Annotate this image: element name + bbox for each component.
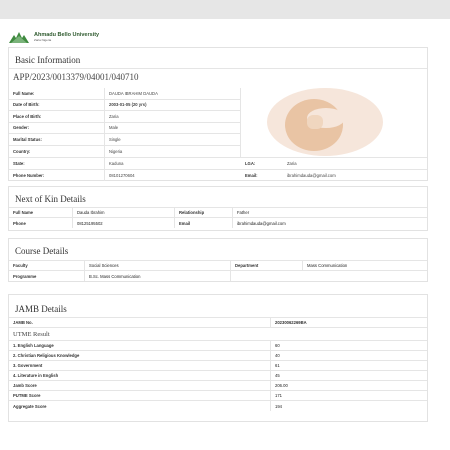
phone-value: 08101270604 [109, 173, 135, 178]
table-row: PUTME Score 171 [9, 391, 427, 401]
table-row: Full Name Dauda Ibrahim Relationship Fat… [9, 208, 427, 218]
bio-table: Full Name: DAUDA IBRAHIM DAUDA Date of B… [9, 88, 241, 157]
table-row: 2. Christian Religious Knowledge 40 [9, 351, 427, 361]
kin-phone-value: 08125195502 [77, 220, 103, 226]
table-row: Programme B.Sc. Mass Communication [9, 271, 427, 281]
browser-top-bar [0, 0, 450, 19]
table-row: Place of Birth: Zaria [9, 111, 240, 123]
jamb-details-card: JAMB Details JAMB No. 20230062269BA UTME… [8, 294, 428, 422]
department-value: Mass Communication [307, 263, 348, 268]
table-row: Full Name: DAUDA IBRAHIM DAUDA [9, 88, 240, 100]
kin-fullname-label: Full Name [13, 210, 34, 215]
photo-placeholder-icon [267, 88, 383, 156]
state-value: Kaduna [109, 161, 124, 166]
state-lga-row: State: Kaduna LGA: Zaria [9, 157, 427, 169]
full-name-value: DAUDA IBRAHIM DAUDA [109, 90, 158, 96]
subject-label: 3. Government [13, 363, 43, 368]
table-row: Marital Status: Single [9, 134, 240, 146]
kin-email-value: ibrahimdauda@gmail.com [237, 220, 286, 226]
table-row: Country: Nigeria [9, 145, 240, 157]
place-of-birth-label: Place of Birth: [13, 113, 42, 119]
next-of-kin-card: Next of Kin Details Full Name Dauda Ibra… [8, 186, 428, 231]
university-logo-icon [9, 32, 29, 43]
passport-photo [241, 88, 427, 157]
subject-label: 2. Christian Religious Knowledge [13, 353, 80, 358]
marital-status-value: Single [109, 136, 121, 142]
table-row: 3. Government 61 [9, 361, 427, 371]
subject-label: 4. Literature in English [13, 373, 59, 378]
putme-score-value: 171 [275, 393, 282, 398]
table-row: Aggregate Score 194 [9, 401, 427, 411]
university-text: Ahmadu Bello University Zaria Nigeria [34, 32, 99, 42]
university-header: Ahmadu Bello University Zaria Nigeria [8, 29, 99, 45]
faculty-value: Social Sciences [89, 263, 119, 268]
basic-information-card: Basic Information APP/2023/0013379/04001… [8, 47, 428, 181]
phone-email-row: Phone Number: 08101270604 Email: ibrahim… [9, 169, 427, 181]
table-row: Date of Birth: 2003-01-05 (20 yrs) [9, 99, 240, 111]
state-label: State: [13, 161, 25, 166]
kin-fullname-value: Dauda Ibrahim [77, 210, 105, 215]
email-label: Email: [245, 173, 258, 178]
table-row: 4. Literature in English 45 [9, 371, 427, 381]
programme-value: B.Sc. Mass Communication [89, 273, 141, 279]
jamb-score-label: Jamb Score [13, 383, 37, 388]
aggregate-score-value: 194 [275, 403, 282, 409]
dob-label: Date of Birth: [13, 102, 40, 108]
table-row: Faculty Social Sciences Department Mass … [9, 261, 427, 271]
table-row: Phone 08125195502 Email ibrahimdauda@gma… [9, 218, 427, 228]
table-row: Gender: Male [9, 122, 240, 134]
gender-label: Gender: [13, 125, 30, 131]
place-of-birth-value: Zaria [109, 113, 119, 119]
jamb-no-value: 20230062269BA [275, 320, 307, 325]
kin-relationship-label: Relationship [179, 210, 205, 215]
kin-email-label: Email [179, 220, 191, 226]
email-value: ibrahimdauda@gmail.com [287, 173, 336, 178]
jamb-details-title: JAMB Details [15, 304, 67, 314]
kin-phone-label: Phone [13, 220, 26, 226]
kin-relationship-value: Father [237, 210, 250, 215]
subject-score: 45 [275, 373, 280, 378]
subject-score: 60 [275, 343, 280, 348]
table-row: 1. English Language 60 [9, 341, 427, 351]
programme-label: Programme [13, 273, 37, 279]
course-details-card: Course Details Faculty Social Sciences D… [8, 238, 428, 282]
jamb-table: JAMB No. 20230062269BA UTME Result 1. En… [9, 317, 427, 411]
lga-label: LGA: [245, 161, 256, 166]
course-details-title: Course Details [15, 246, 69, 256]
marital-status-label: Marital Status: [13, 136, 42, 142]
phone-label: Phone Number: [13, 173, 45, 178]
jamb-no-label: JAMB No. [13, 320, 33, 325]
subject-score: 61 [275, 363, 280, 368]
subject-label: 1. English Language [13, 343, 54, 348]
faculty-label: Faculty [13, 263, 28, 268]
jamb-score-value: 206.00 [275, 383, 288, 388]
application-number: APP/2023/0013379/04001/040710 [13, 72, 139, 82]
utme-result-heading: UTME Result [9, 328, 427, 341]
next-of-kin-title: Next of Kin Details [15, 194, 86, 204]
table-row: Jamb Score 206.00 [9, 381, 427, 391]
country-label: Country: [13, 148, 31, 154]
gender-value: Male [109, 125, 119, 131]
putme-score-label: PUTME Score [13, 393, 41, 398]
lga-value: Zaria [287, 161, 297, 166]
course-table: Faculty Social Sciences Department Mass … [9, 260, 427, 281]
dob-value: 2003-01-05 (20 yrs) [109, 102, 147, 108]
department-label: Department [235, 263, 259, 268]
table-row: JAMB No. 20230062269BA [9, 318, 427, 328]
subject-score: 40 [275, 353, 280, 358]
basic-information-title: Basic Information [15, 55, 81, 65]
university-subtitle: Zaria Nigeria [34, 38, 52, 42]
country-value: Nigeria [109, 148, 123, 154]
full-name-label: Full Name: [13, 90, 35, 96]
aggregate-score-label: Aggregate Score [13, 403, 47, 409]
divider [9, 68, 427, 69]
kin-table: Full Name Dauda Ibrahim Relationship Fat… [9, 207, 427, 228]
